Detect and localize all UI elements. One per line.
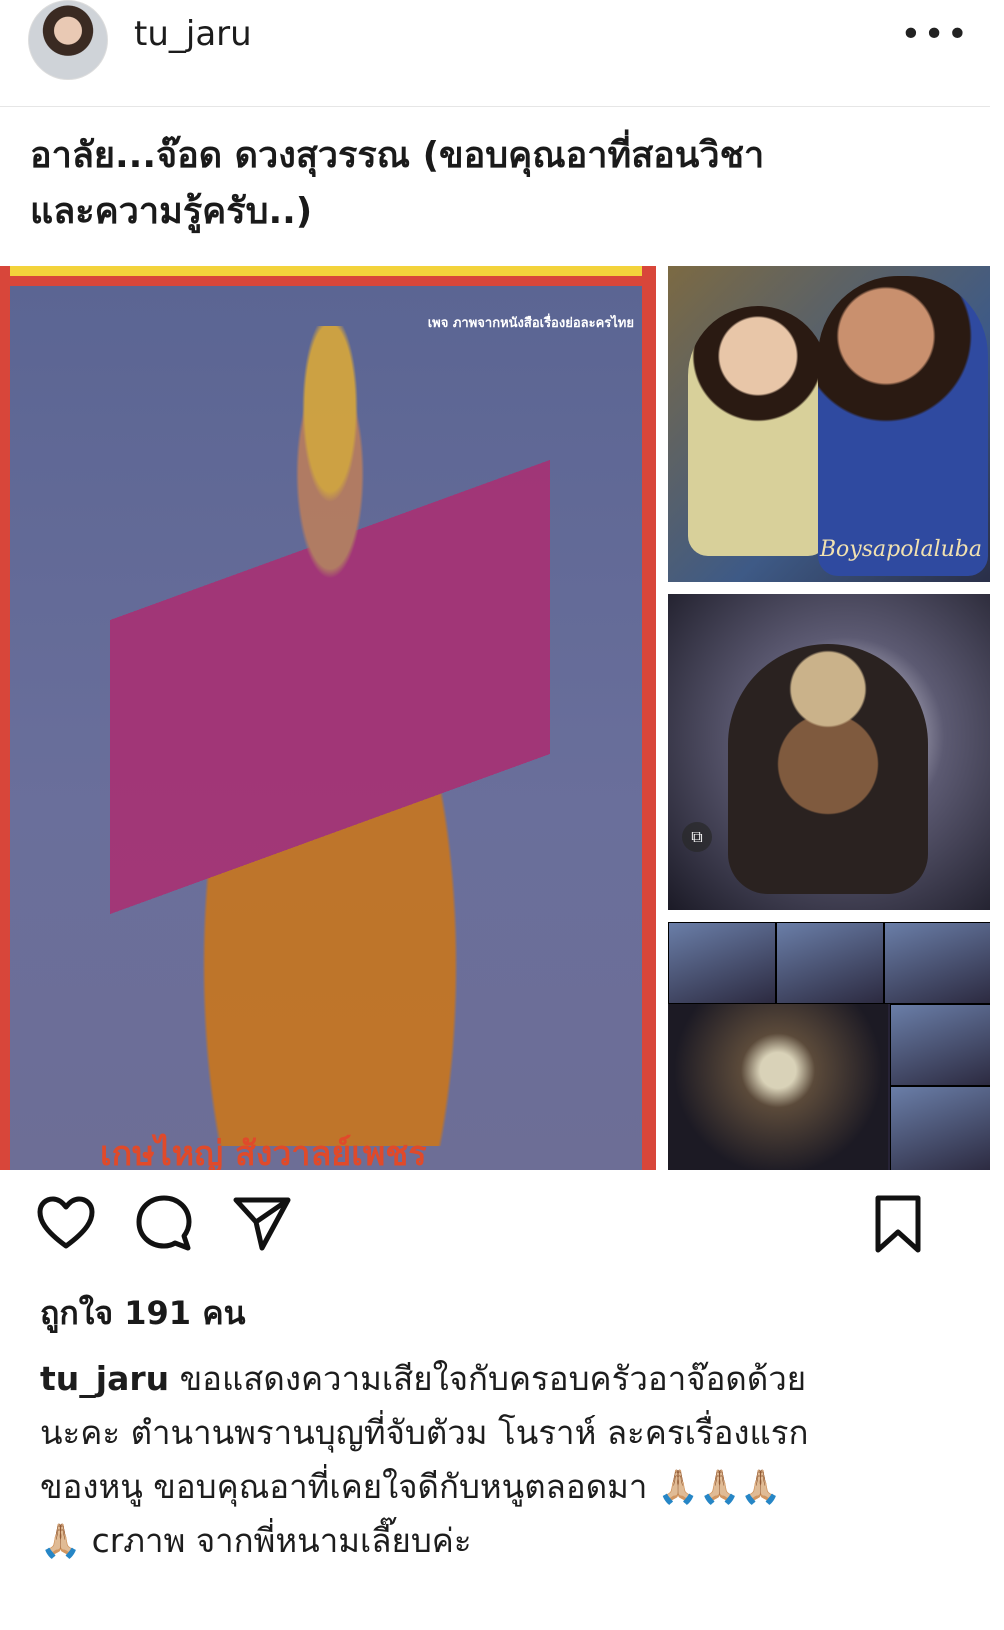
costumed-actor-figure xyxy=(110,326,550,1146)
username[interactable]: tu_jaru xyxy=(134,14,252,54)
montage-thumb xyxy=(668,922,776,1004)
heart-icon[interactable] xyxy=(34,1192,98,1256)
actor-figure xyxy=(818,276,988,576)
post-title: อาลัย...จ๊อด ดวงสุวรรณ (ขอบคุณอาที่สอนวิ… xyxy=(30,135,765,232)
actress-figure xyxy=(688,306,828,556)
likes-count[interactable]: ถูกใจ 191 คน xyxy=(40,1288,245,1339)
montage-thumb xyxy=(776,922,884,1004)
photo-source-caption: เพจ ภาพจากหนังสือเรื่องย่อละครไทย xyxy=(427,316,634,331)
post-header: tu_jaru ••• xyxy=(0,0,1004,104)
side-photo-montage[interactable] xyxy=(668,922,990,1170)
more-options-icon[interactable]: ••• xyxy=(900,14,970,55)
caption-username[interactable]: tu_jaru xyxy=(40,1359,169,1398)
photo-name-caption: เกษไหญ่ สังวาลย์เพชร xyxy=(100,1134,427,1170)
photo-watermark: Boysapolaluba xyxy=(819,537,982,562)
main-photo[interactable]: เพจ ภาพจากหนังสือเรื่องย่อละครไทย เกษไหญ… xyxy=(0,266,656,1170)
photo-border-right xyxy=(642,266,656,1170)
divider xyxy=(0,106,990,107)
montage-thumb xyxy=(890,1004,990,1086)
bookmark-icon[interactable] xyxy=(866,1192,930,1256)
avatar[interactable] xyxy=(28,0,108,80)
actor-portrait xyxy=(728,644,928,894)
photo-border-left xyxy=(0,266,10,1170)
montage-thumb xyxy=(890,1086,990,1170)
montage-thumb xyxy=(884,922,990,1004)
side-photo-couple[interactable]: Boysapolaluba xyxy=(668,266,990,582)
post-caption: tu_jaru ขอแสดงความเสียใจกับครอบครัวอาจ๊อ… xyxy=(40,1352,940,1568)
side-photo-portrait[interactable]: ⧉ xyxy=(668,594,990,910)
expand-icon[interactable]: ⧉ xyxy=(682,822,712,852)
action-bar xyxy=(0,1192,1004,1272)
send-icon[interactable] xyxy=(230,1192,294,1256)
photo-collage[interactable]: เพจ ภาพจากหนังสือเรื่องย่อละครไทย เกษไหญ… xyxy=(0,266,990,1170)
comment-icon[interactable] xyxy=(132,1192,196,1256)
montage-main-portrait xyxy=(668,1004,888,1170)
